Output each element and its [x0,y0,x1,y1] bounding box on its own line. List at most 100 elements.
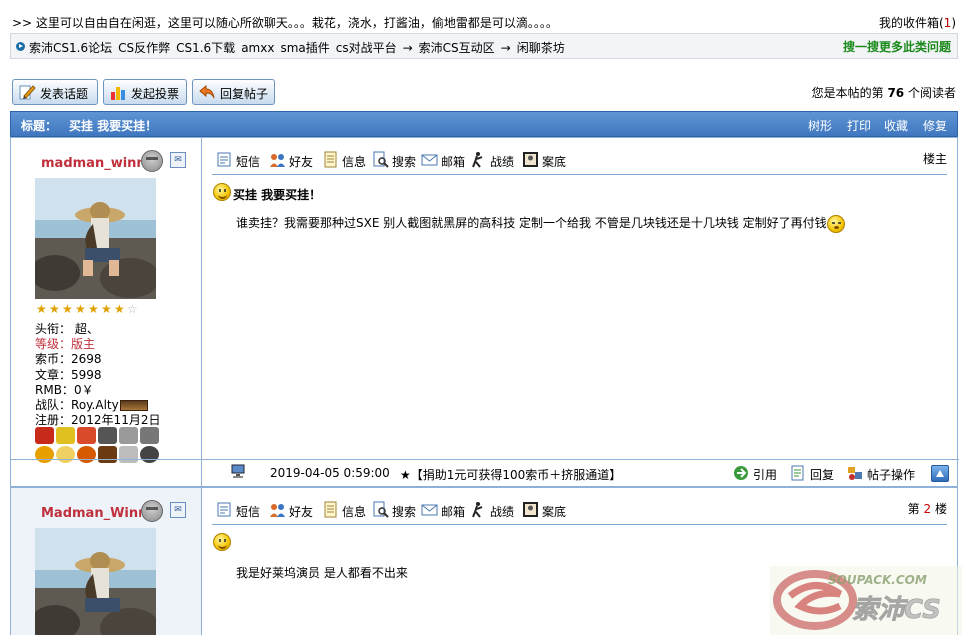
breadcrumb-arrow: → [402,41,413,55]
breadcrumb-trail: 索沛CS1.6论坛 CS反作弊 CS1.6下载 amxx sma插件 cs对战平台 → 索沛C… [29,39,571,56]
mail-icon [421,504,438,516]
new-poll-button[interactable]: 发起投票 [103,79,187,105]
mail-icon [421,154,438,166]
user-title-label: 头衔： [35,322,72,336]
user-team-row: 战队：Roy.Alty [35,398,160,413]
post-title: 买挂 我要买挂！ [233,188,322,202]
medal-icon [98,427,117,444]
user-rank-stars: ★ ★ ★ ★ ★ ★ ★ ☆ [36,302,140,316]
print-link[interactable]: 打印 [847,117,871,134]
breadcrumb-interact-zone[interactable]: 索沛CS互动区 [419,41,495,55]
tool-mailbox-label: 邮箱 [441,505,466,519]
new-topic-label: 发表话题 [40,87,89,101]
top-bar: >> 这里可以自由自在闲逛，这里可以随心所欲聊天。。。栽花，浇水，打酱油，偷地雷… [10,12,958,32]
breadcrumb-arrow: → [500,41,511,55]
watermark-url: SOUPACK.COM [828,573,927,587]
post-body: 谁卖挂？我需要那种过SXE 别人截图就黑屏的高科技 定制一个给我 不管是几块钱还… [236,214,845,233]
post-date: 2019-04-05 0:59:00 [270,466,390,480]
favorite-link[interactable]: 收藏 [884,117,908,134]
post-body-text: 谁卖挂？我需要那种过SXE 别人截图就黑屏的高科技 定制一个给我 不管是几块钱还… [236,216,827,230]
post-1-author-panel: madman_winner ✉ ★★★★★★★☆ 头衔： 超、 等级：版主 [11,138,202,463]
tool-search-label: 搜索 [392,505,417,519]
tool-dossier-label: 案底 [542,505,567,519]
post-divider [212,524,947,525]
post-manage-label: 帖子操作 [867,468,916,482]
forum-description: >> 这里可以自由自在闲逛，这里可以随心所欲聊天。。。栽花，浇水，打酱油，偷地雷… [12,16,558,30]
tool-sms-label: 短信 [236,505,261,519]
reply-button[interactable]: 回复帖子 [192,79,275,105]
sms-icon [217,502,231,517]
back-to-top-icon[interactable] [931,465,949,482]
breadcrumb-download[interactable]: CS1.6下载 [176,41,235,55]
smile-icon [213,533,231,551]
soldier-icon [472,152,483,168]
read-counter-suffix: 个阅读者 [907,86,956,100]
dossier-icon [523,502,538,517]
inbox-link[interactable]: 我的收件箱(1) [879,14,956,31]
author-name[interactable]: madman_winner [41,156,141,171]
breadcrumb-bullet-icon [16,42,25,51]
post-divider [212,174,947,175]
friends-icon [270,504,285,517]
star-filled-icon: ★ [75,302,86,316]
user-title-row: 头衔： 超、 [35,322,160,337]
breadcrumb-teahouse[interactable]: 闲聊茶坊 [517,41,565,55]
breadcrumb-sma[interactable]: sma插件 [280,41,329,55]
read-counter: 您是本帖的第 76 个阅读者 [812,84,956,101]
user-title: 超、 [74,322,99,336]
user-team: Roy.Alty [71,398,119,413]
medal-icon [77,427,96,444]
dossier-icon [523,152,538,167]
thread-title-bar: 标题： 买挂 我要买挂！ 树形 打印 收藏 修复 [10,111,958,137]
user-coins-label: 索币： [35,352,72,367]
tool-info-label: 信息 [342,155,367,169]
user-rmb: 0￥ [73,382,94,397]
new-topic-button[interactable]: 发表话题 [12,79,98,105]
tool-record-label: 战绩 [490,155,515,169]
message-user-icon[interactable]: ✉ [170,152,186,168]
medal-icon [140,427,159,444]
reply-icon [791,465,804,481]
post-2-author-panel: Madman_Winner ✉ [11,488,202,635]
inbox-label: 我的收件箱 [878,16,939,30]
author-name[interactable]: Madman_Winner [41,506,141,521]
reply-label: 回复帖子 [220,87,269,101]
user-articles: 5998 [71,367,102,382]
tool-friend-label: 好友 [289,155,314,169]
floor-prefix: 第 [907,502,920,516]
breadcrumb-anticheat[interactable]: CS反作弊 [118,41,170,55]
user-rmb-row: RMB：0￥ [35,383,160,398]
smile-icon [213,183,231,201]
inbox-close-paren: ) [951,16,956,30]
search-icon [373,151,389,168]
post-1-footer: 2019-04-05 0:59:00 ★【捐助1元可获得100索币＋挤服通道】 … [11,459,959,488]
search-icon [373,501,389,518]
friends-icon [270,154,285,167]
user-level-label: 等级： [35,337,72,352]
repair-link[interactable]: 修复 [923,117,947,134]
donate-link[interactable]: ★【捐助1元可获得100索币＋挤服通道】 [400,466,621,483]
medal-icon [35,427,54,444]
star-empty-icon: ☆ [127,302,138,316]
user-face-icon [141,150,163,172]
breadcrumb-amxx[interactable]: amxx [241,41,274,55]
user-reg: 2012年11月2日 [71,413,161,428]
tool-info-label: 信息 [342,505,367,519]
footer-left-cell [11,460,202,488]
search-more-link[interactable]: 搜一搜更多此类问题 [843,38,951,55]
tree-view-link[interactable]: 树形 [808,117,832,134]
bar-chart-icon [111,87,125,100]
user-team-label: 战队： [35,398,72,413]
post-1-content: 短信 好友 信息 搜索 邮箱 战绩 案底 楼主 买挂 我要买挂！ 谁卖挂？我需要… [202,138,957,460]
user-coins: 2698 [71,352,102,367]
soldier-icon [472,502,483,518]
message-user-icon[interactable]: ✉ [170,502,186,518]
user-level: 版主 [71,337,96,352]
quote-label: 引用 [753,468,778,482]
user-medals [35,427,160,463]
pencil-icon [19,85,36,100]
breadcrumb-forum-home[interactable]: 索沛CS1.6论坛 [29,41,112,55]
medal-icon [56,427,75,444]
breadcrumb-platform[interactable]: cs对战平台 [336,41,397,55]
thread-title-label: 标题： [21,119,58,133]
